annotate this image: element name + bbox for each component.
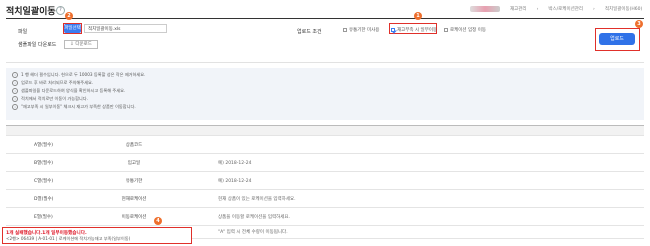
table-row: C열(필수) 유통기한 예) 2018-12-24 [6, 172, 644, 190]
breadcrumb-item: 적치일괄이동(H60) [604, 7, 643, 12]
file-name-field[interactable]: 적치일괄이동.xls [84, 24, 167, 33]
table-row: A열(필수) 상품코드 [6, 136, 644, 154]
upload-condition-label: 업로드 조건 [297, 29, 322, 35]
result-detail: <2행> 06439 | A-01-01 | 로케이션에 적치가능재고 부족(일… [6, 236, 131, 241]
checkbox[interactable] [343, 28, 347, 32]
file-label: 파일 [18, 29, 28, 35]
help-icon[interactable]: ? [56, 6, 65, 15]
table-header [6, 125, 644, 136]
sample-download-label: 샘플파일 다운로드 [18, 42, 57, 48]
notice-item: i 업로드 후 바로 처리되므로 주의해주세요. [12, 79, 644, 87]
breadcrumb-item[interactable]: 재고관리 [510, 6, 527, 12]
info-icon: i [12, 80, 18, 86]
table-row: D열(필수) 현재로케이션 현재 상품이 있는 로케이션을 입력하세요. [6, 190, 644, 208]
header-divider [6, 18, 644, 19]
table-row: E열(필수) 이동로케이션 상품을 이동할 로케이션을 입력하세요. [6, 208, 644, 226]
breadcrumb: 재고관리 › 박스/로케이션관리 › 적치일괄이동(H60) [470, 6, 642, 12]
download-label: 다운로드 [75, 42, 92, 47]
step-badge-3: 3 [635, 20, 643, 28]
info-icon: i [12, 104, 18, 110]
upload-button[interactable]: 업로드 [599, 33, 635, 45]
step-badge-4: 4 [154, 217, 162, 225]
notice-item: i 샘플파일을 다운로드하여 양식을 확인하시고 등록해 주세요. [12, 87, 644, 95]
breadcrumb-item[interactable]: 박스/로케이션관리 [548, 6, 583, 12]
option-temp-location-move[interactable]: 로케이션 임정 이동 [444, 27, 486, 33]
table-row: B열(필수) 입고일 예) 2018-12-24 [6, 154, 644, 172]
step-badge-1: 1 [414, 12, 422, 20]
column-spec-table: A열(필수) 상품코드 B열(필수) 입고일 예) 2018-12-24 C열(필수)… [6, 125, 644, 239]
checkbox-checked[interactable] [391, 28, 395, 32]
option-label: 재고부족 시 일부이동 [397, 28, 438, 33]
file-select-button[interactable]: 파일선택 [64, 24, 81, 33]
option-expiry-unused[interactable]: 유통기한 미사용 [343, 27, 379, 33]
blurred-user-info [470, 6, 500, 12]
breadcrumb-separator: › [593, 6, 595, 12]
checkbox[interactable] [444, 28, 448, 32]
option-label: 유통기한 미사용 [349, 28, 380, 33]
notice-item: i1 행 헤더 필수입니다. 헌으로 두 10003 등록할 성은 작은 제거하… [12, 71, 644, 79]
notice-item: i 적치에서 적치로만 이동이 가능합니다. [12, 95, 644, 103]
notice-panel: i1 행 헤더 필수입니다. 헌으로 두 10003 등록할 성은 작은 제거하… [6, 68, 644, 120]
page-title: 적치일괄이동 [6, 7, 56, 17]
option-label: 로케이션 임정 이동 [450, 28, 486, 33]
option-partial-move[interactable]: 재고부족 시 일부이동 [391, 27, 437, 33]
upload-result-message: 1개 실패했습니다.1개 일부이동했습니다. <2행> 06439 | A-01… [2, 227, 192, 244]
info-icon: i [12, 88, 18, 94]
info-icon: i [12, 72, 18, 78]
notice-item: i "재고부족 시 일부이동" 체크시 재고가 부족한 상품만 이동합니다. [12, 103, 644, 111]
breadcrumb-separator: › [536, 6, 539, 12]
sample-download-button[interactable]: ⇩ 다운로드 [64, 40, 98, 49]
info-icon: i [12, 96, 18, 102]
step-badge-2: 2 [65, 12, 73, 20]
